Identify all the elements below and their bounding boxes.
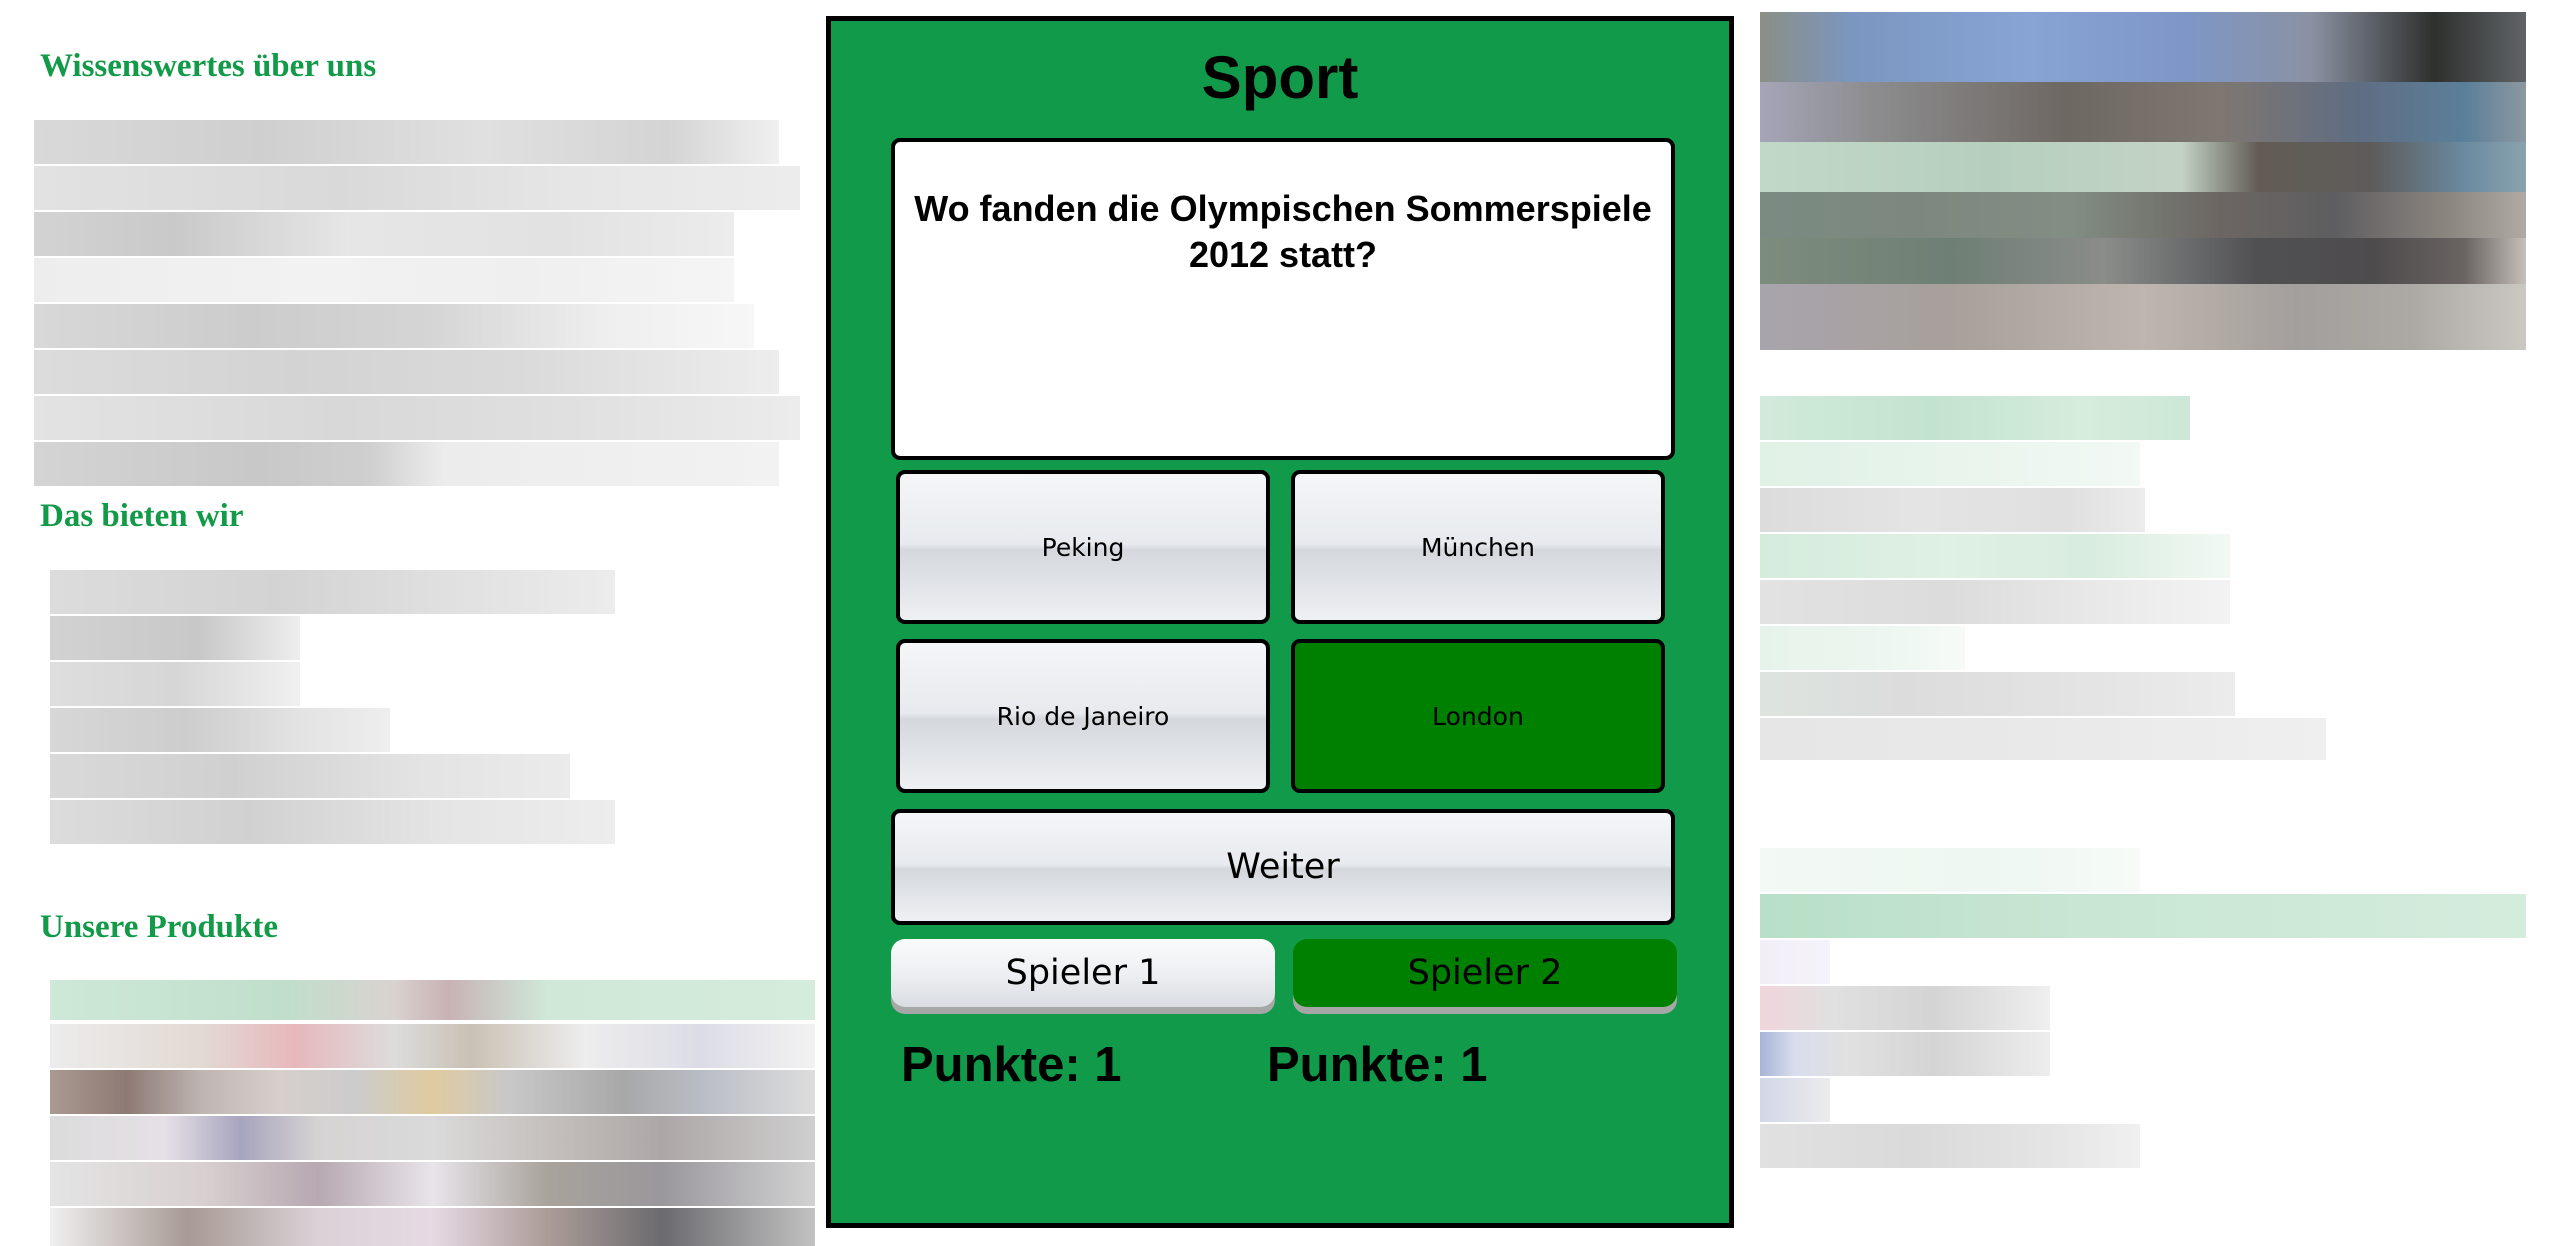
blurred-sidebar-list (1760, 848, 2526, 1168)
quiz-category-title: Sport (1201, 44, 1359, 111)
question-box: Wo fanden die Olympischen Sommerspiele 2… (891, 138, 1675, 460)
section-heading-products: Unsere Produkte (40, 909, 279, 945)
answer-button-london[interactable]: London (1291, 639, 1665, 793)
player-1-button[interactable]: Spieler 1 (891, 939, 1275, 1007)
section-heading-offer: Das bieten wir (40, 498, 244, 534)
player-2-button[interactable]: Spieler 2 (1293, 939, 1677, 1007)
right-content-column (1760, 0, 2556, 1246)
blurred-photo (1760, 12, 2526, 350)
section-heading-about: Wissenswertes über uns (40, 48, 377, 84)
answer-button-rio[interactable]: Rio de Janeiro (896, 639, 1270, 793)
blurred-text-block (34, 120, 800, 486)
next-button[interactable]: Weiter (891, 809, 1675, 925)
player-1-score: Punkte: 1 (901, 1038, 1122, 1092)
blurred-product-images (50, 980, 815, 1246)
blurred-text-block (50, 570, 615, 880)
answer-button-peking[interactable]: Peking (896, 470, 1270, 624)
quiz-panel: Sport Wo fanden die Olympischen Sommersp… (826, 16, 1734, 1228)
player-2-score: Punkte: 1 (1267, 1038, 1488, 1092)
question-text: Wo fanden die Olympischen Sommerspiele 2… (914, 188, 1652, 275)
answer-button-muenchen[interactable]: München (1291, 470, 1665, 624)
blurred-text-block (1760, 396, 2330, 760)
left-content-column: Wissenswertes über uns Das bieten wir Un… (0, 0, 830, 1246)
